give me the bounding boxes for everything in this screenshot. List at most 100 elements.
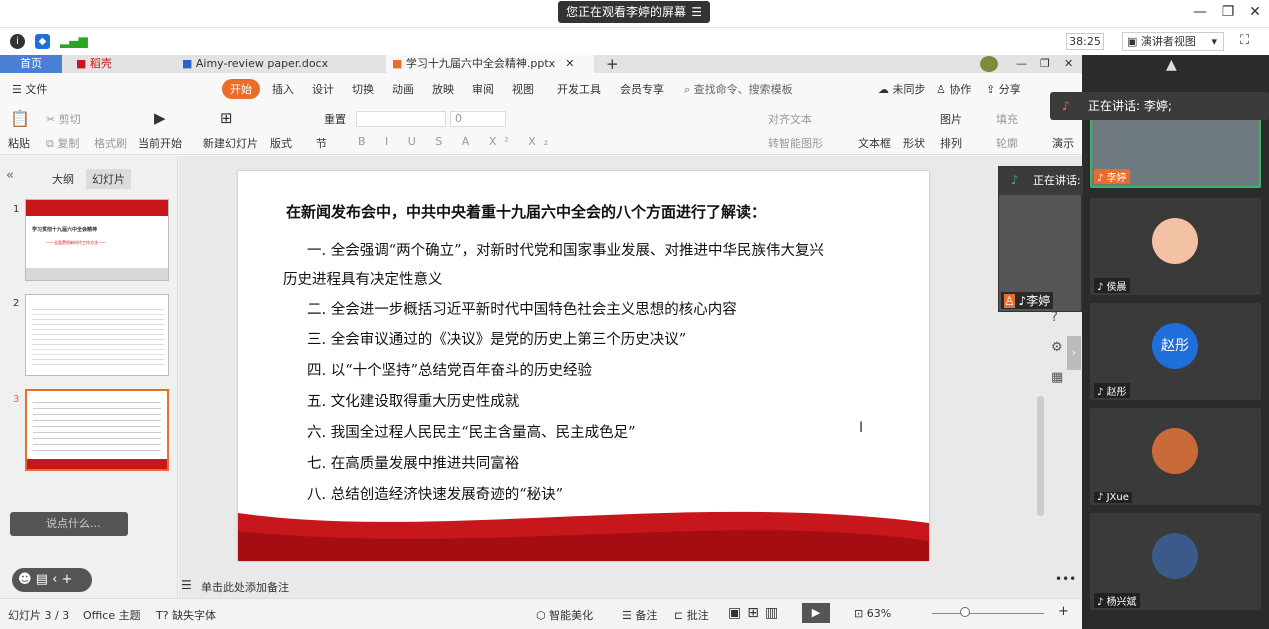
avatar: 赵彤 bbox=[1152, 323, 1198, 369]
share-menu-icon[interactable]: ☰ bbox=[691, 1, 702, 23]
paste-icon[interactable]: 📋 bbox=[10, 109, 30, 128]
copy-icon: ⧉ bbox=[46, 137, 58, 150]
video-tile[interactable]: 赵彤 ♪ 赵彤 bbox=[1090, 303, 1261, 400]
share-button[interactable]: ⇪ 分享 bbox=[986, 81, 1021, 97]
tab-start[interactable]: 开始 bbox=[222, 79, 260, 99]
chat-icon[interactable]: ▤ bbox=[36, 572, 48, 587]
font-family-select[interactable] bbox=[356, 111, 446, 127]
slide-thumbnail-2[interactable] bbox=[25, 294, 169, 376]
tab-insert[interactable]: 插入 bbox=[272, 81, 294, 97]
tab-slideshow[interactable]: 放映 bbox=[432, 81, 454, 97]
slide-thumbnail-3[interactable] bbox=[25, 389, 169, 471]
tab-transition[interactable]: 切换 bbox=[352, 81, 374, 97]
fill-button[interactable]: 填充 bbox=[996, 111, 1018, 127]
section-button[interactable]: 节 bbox=[316, 135, 327, 151]
emoji-chat-bar[interactable]: ☻ ▤ ‹ + bbox=[12, 568, 92, 592]
font-size-select[interactable]: 0 bbox=[450, 111, 506, 127]
command-search[interactable]: ⌕ 查找命令、搜索模板 bbox=[684, 81, 793, 97]
present-button[interactable]: 演示 bbox=[1052, 135, 1074, 151]
minimize-icon[interactable]: — bbox=[1010, 55, 1033, 73]
collapse-panel-icon[interactable]: « bbox=[6, 168, 14, 183]
settings-icon[interactable]: ⚙ bbox=[1051, 340, 1063, 355]
word-doc-icon: ■ bbox=[182, 57, 196, 70]
video-tile[interactable]: ♪ 侯晨 bbox=[1090, 198, 1261, 295]
tab-home[interactable]: 首页 bbox=[0, 55, 62, 73]
tab-outline[interactable]: 大纲 bbox=[52, 171, 74, 187]
tab-pptx[interactable]: ■ 学习十九届六中全会精神.pptx ✕ bbox=[386, 55, 594, 73]
restore-icon[interactable]: ❐ bbox=[1034, 55, 1056, 73]
collab-button[interactable]: ♙ 协作 bbox=[936, 81, 971, 97]
notes-bar[interactable]: ☰ 单击此处添加备注 bbox=[179, 575, 1082, 597]
new-tab-icon[interactable]: + bbox=[600, 55, 625, 73]
from-current-button[interactable]: 当前开始 bbox=[138, 135, 182, 151]
media-icon[interactable]: ▦ bbox=[1051, 370, 1063, 385]
video-tile[interactable]: ♪ 杨兴斌 bbox=[1090, 513, 1261, 610]
vertical-scrollbar[interactable] bbox=[1037, 396, 1044, 516]
presenter-view-button[interactable]: ▣ 演讲者视图 ▾ bbox=[1122, 32, 1224, 51]
tab-design[interactable]: 设计 bbox=[312, 81, 334, 97]
file-menu[interactable]: ☰ 文件 bbox=[12, 81, 47, 97]
video-tile[interactable]: ♪ JXue bbox=[1090, 408, 1261, 505]
plus-icon[interactable]: + bbox=[61, 572, 72, 587]
screen-share-status[interactable]: 您正在观看李婷的屏幕 ☰ bbox=[558, 1, 710, 23]
comment-input[interactable]: 说点什么... bbox=[10, 512, 128, 536]
zoom-in-icon[interactable]: + bbox=[1058, 604, 1069, 619]
close-icon[interactable]: ✕ bbox=[1245, 4, 1265, 20]
new-slide-icon[interactable]: ⊞ bbox=[220, 109, 233, 127]
help-icon[interactable]: ? bbox=[1051, 310, 1058, 325]
tab-docx[interactable]: ■ Aimy-review paper.docx bbox=[176, 55, 372, 73]
speaker-icon: ♪ bbox=[1062, 99, 1070, 113]
chevron-left-icon[interactable]: ‹ bbox=[52, 572, 57, 587]
text-format-buttons[interactable]: B I U S A X² X₂ bbox=[358, 135, 556, 148]
play-slideshow-button[interactable]: ▶ bbox=[802, 603, 830, 623]
layout-button[interactable]: 版式 bbox=[270, 135, 292, 151]
chevron-right-icon[interactable]: › bbox=[1067, 336, 1081, 370]
sync-status[interactable]: ☁ 未同步 bbox=[878, 81, 926, 97]
tab-docer[interactable]: ■ 稻壳 bbox=[70, 55, 118, 73]
close-icon[interactable]: ✕ bbox=[1058, 55, 1079, 73]
slide-thumbnail-1[interactable]: 学习贯彻十九届六中全会精神 ——全面贯彻新时代工作方法—— bbox=[25, 199, 169, 281]
format-painter-button[interactable]: 格式刷 bbox=[94, 135, 127, 151]
textbox-button[interactable]: 文本框 bbox=[858, 135, 891, 151]
avatar[interactable] bbox=[980, 56, 998, 72]
outline-button[interactable]: 轮廓 bbox=[996, 135, 1018, 151]
slide-3[interactable]: 在新闻发布会中，中共中央着重十九届六中全会的八个方面进行了解读： 一. 全会强调… bbox=[238, 171, 929, 561]
zoom-level[interactable]: ⊡ 63% bbox=[854, 607, 891, 620]
notes-toggle[interactable]: ☰ 备注 bbox=[622, 607, 657, 623]
arrange-button[interactable]: 排列 bbox=[940, 135, 962, 151]
participant-name: ♪ 杨兴斌 bbox=[1094, 593, 1140, 608]
tab-animation[interactable]: 动画 bbox=[392, 81, 414, 97]
tab-slides[interactable]: 幻灯片 bbox=[86, 169, 131, 189]
tab-developer[interactable]: 开发工具 bbox=[557, 81, 601, 97]
fullscreen-icon[interactable]: ⛶ bbox=[1240, 33, 1249, 48]
tab-member[interactable]: 会员专享 bbox=[620, 81, 664, 97]
paste-button[interactable]: 粘贴 bbox=[8, 135, 30, 151]
tab-close-icon[interactable]: ✕ bbox=[565, 57, 574, 70]
view-mode-buttons[interactable]: ▣⊞▥ bbox=[728, 605, 784, 621]
info-icon[interactable]: i bbox=[10, 34, 25, 49]
beautify-button[interactable]: ⬡ 智能美化 bbox=[536, 607, 593, 623]
comments-toggle[interactable]: ⊏ 批注 bbox=[674, 607, 709, 623]
picture-button[interactable]: 图片 bbox=[940, 111, 962, 127]
tab-view[interactable]: 视图 bbox=[512, 81, 534, 97]
emoji-icon[interactable]: ☻ bbox=[18, 572, 32, 587]
zoom-slider[interactable] bbox=[932, 613, 1044, 614]
new-slide-button[interactable]: 新建幻灯片 bbox=[203, 135, 258, 151]
play-icon[interactable]: ▶ bbox=[154, 109, 166, 127]
floating-video-tile[interactable]: 正在讲话: ♪ ♙ ♪李婷 bbox=[998, 166, 1083, 312]
chevron-up-icon[interactable]: ▲ bbox=[1166, 57, 1177, 73]
smart-art-button[interactable]: 转智能图形 bbox=[768, 135, 823, 151]
tab-review[interactable]: 审阅 bbox=[472, 81, 494, 97]
copy-button[interactable]: ⧉ 复制 bbox=[46, 135, 79, 151]
zoom-slider-handle[interactable] bbox=[960, 607, 970, 617]
cut-button[interactable]: ✂ 剪切 bbox=[46, 111, 81, 127]
shape-button[interactable]: 形状 bbox=[903, 135, 925, 151]
speaking-indicator: ♪ 正在讲话: 李婷; bbox=[1050, 92, 1269, 120]
missing-font-button[interactable]: T? 缺失字体 bbox=[156, 607, 216, 623]
align-text-button[interactable]: 对齐文本 bbox=[768, 111, 812, 127]
reset-button[interactable]: 重置 bbox=[324, 111, 346, 127]
shield-icon[interactable]: ◆ bbox=[35, 34, 50, 49]
restore-icon[interactable]: ❐ bbox=[1218, 4, 1238, 20]
minimize-icon[interactable]: — bbox=[1190, 4, 1210, 20]
thumb-red-footer bbox=[27, 459, 167, 469]
